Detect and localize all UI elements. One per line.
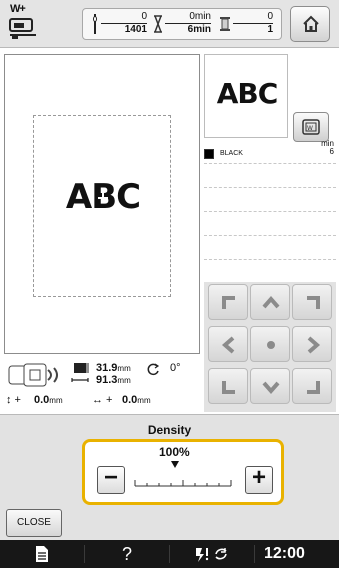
density-scale [134,480,232,487]
arrow-down-icon [262,381,280,395]
bottom-nav: ? 12:00 [0,540,339,568]
move-up-left-button[interactable] [208,284,248,320]
move-right-button[interactable] [292,326,332,362]
needle-icon [93,14,97,34]
thread-color-row[interactable]: BLACK min 6 [204,140,336,164]
frame-select-icon [8,363,58,387]
arrow-up-icon [262,295,280,309]
center-icon [267,341,275,349]
design-width: 31.9mm [96,362,131,374]
presser-foot-icon [9,18,36,39]
nav-separator [254,545,255,563]
frame-view-button[interactable]: W [293,112,329,142]
vertical-position-unit: mm [49,396,63,405]
thread-color-row-empty [204,260,336,284]
wireless-icon [196,548,227,562]
svg-text:W: W [307,125,313,132]
center-marker [98,193,108,203]
thread-color-row-empty [204,212,336,236]
design-info: 31.9mm 91.3mm 0° ↕ + 0.0mm ↔ + 0.0mm [0,356,204,412]
document-icon [36,546,48,562]
arrow-up-left-icon [222,296,235,309]
close-button[interactable]: CLOSE [6,509,62,537]
density-decrease-button[interactable]: − [97,466,125,494]
density-control: 100% − + [82,439,284,505]
density-percent: 100% [159,445,190,459]
arrow-left-icon [221,336,235,354]
thread-color-name: BLACK [220,150,243,157]
center-button[interactable] [250,326,290,362]
move-down-button[interactable] [250,368,290,404]
move-down-left-button[interactable] [208,368,248,404]
move-down-right-button[interactable] [292,368,332,404]
color-total: 1 [267,24,273,35]
color-current: 0 [233,11,273,24]
time-counter: 0min 6min [165,11,211,36]
arrow-right-icon [307,336,321,354]
move-left-button[interactable] [208,326,248,362]
clock: 12:00 [264,545,305,562]
presser-foot-indicator: W+ [8,3,38,43]
stitch-counter: 0 1401 [101,11,147,36]
arrow-down-left-icon [222,381,235,394]
horizontal-position-icon: ↔ + [92,394,113,406]
density-title: Density [147,423,192,437]
move-up-button[interactable] [250,284,290,320]
time-total: 6min [187,24,211,35]
thread-min-value: 6 [329,147,334,156]
document-button[interactable] [0,540,84,568]
help-button[interactable]: ? [85,540,169,568]
design-width-unit: mm [117,364,131,373]
vertical-position-value: 0.0 [34,394,50,406]
horizontal-position-unit: mm [137,396,151,405]
stitch-total: 1401 [124,24,147,35]
thread-color-time: min 6 [321,140,334,156]
size-icon [71,363,89,382]
status-bar: W+ 0 1401 0min 6min 0 1 [0,0,339,48]
counter-box: 0 1401 0min 6min 0 1 [82,8,282,40]
thread-color-row-empty [204,188,336,212]
home-icon [303,15,319,32]
spool-icon [220,17,230,31]
home-button[interactable] [290,6,330,42]
thread-color-list: BLACK min 6 [204,140,336,280]
move-up-right-button[interactable] [292,284,332,320]
rotation-value: 0° [170,362,181,374]
frame-view-icon: W [302,119,320,135]
arrow-up-right-icon [307,296,320,309]
time-current: 0min [165,11,211,24]
density-increase-button[interactable]: + [245,466,273,494]
vertical-position: 0.0mm [34,394,63,406]
density-panel: Density 100% − + CLOSE [0,414,339,540]
thread-color-row-empty [204,164,336,188]
presser-foot-label: W+ [10,3,26,15]
hourglass-icon [154,15,162,33]
arrow-pad [204,282,336,412]
design-height-unit: mm [117,376,131,385]
thread-color-swatch [204,149,214,159]
thumbnail-text: ABC [216,77,279,110]
rotate-icon [147,363,160,376]
design-thumbnail: ABC [204,54,288,138]
horizontal-position: 0.0mm [122,394,151,406]
design-height-value: 91.3 [96,374,118,386]
arrow-down-right-icon [307,381,320,394]
stitch-current: 0 [101,11,147,24]
density-pointer-icon [171,461,179,468]
horizontal-position-value: 0.0 [122,394,138,406]
color-counter: 0 1 [233,11,273,36]
design-height: 91.3mm [96,374,131,386]
wireless-button[interactable] [170,540,254,568]
thread-color-row-empty [204,236,336,260]
design-width-value: 31.9 [96,362,118,374]
vertical-position-icon: ↕ + [6,394,21,406]
embroidery-frame-preview: ABC [4,54,200,354]
